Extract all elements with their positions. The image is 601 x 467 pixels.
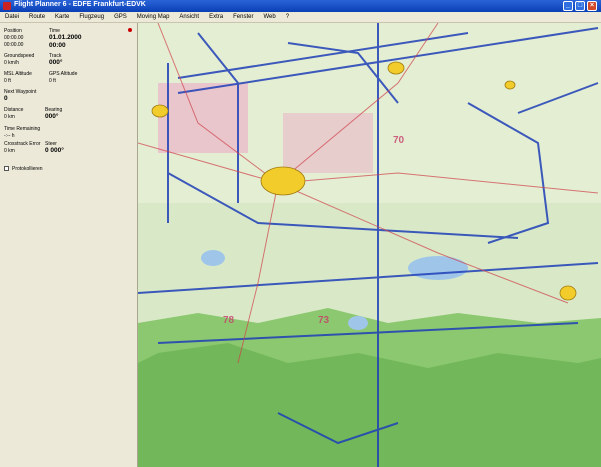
position-lat: 00:00.00 [4,35,24,41]
aeronautical-chart-map[interactable]: 78 73 70 [138,23,601,467]
menu-bar: Datei Route Karte Flugzeug GPS Moving Map Ansi… [0,12,601,23]
date-value: 01.01.2000 [49,34,82,41]
menu-moving-map[interactable]: Moving Map [132,12,175,21]
gps-info-panel: Position 00:00.00 00:00.00 Time 01.01.20… [0,23,138,467]
window-title: Flight Planner 6 - EDFE Frankfurt-EDVK [14,1,146,8]
menu-ansicht[interactable]: Ansicht [174,12,204,21]
position-lon: 00:00.00 [4,42,24,48]
menu-karte[interactable]: Karte [50,12,74,21]
svg-text:73: 73 [318,315,330,326]
minimize-button[interactable]: _ [563,1,573,11]
menu-extra[interactable]: Extra [204,12,228,21]
chart-drawing: 78 73 70 [138,23,601,467]
maximize-button[interactable]: □ [575,1,585,11]
title-bar: Flight Planner 6 - EDFE Frankfurt-EDVK _… [0,0,601,12]
groundspeed-value: 0 km/h [4,60,20,66]
gps-altitude-label: GPS Altitude [49,71,78,77]
time-remaining-value: -:-- h [4,133,15,139]
position-label: Position [4,28,22,34]
app-icon [3,2,11,10]
msl-altitude-label: MSL Altitude [4,71,32,77]
time-remaining-label: Time Remaining [4,126,41,132]
next-waypoint-label: Next Waypoint [4,89,37,95]
status-indicator [128,28,132,32]
track-value: 000° [49,59,63,66]
crosstrack-value: 0 km [4,148,15,154]
msl-altitude-value: 0 ft [4,78,11,84]
close-button[interactable]: × [587,1,597,11]
menu-web[interactable]: Web [258,12,280,21]
svg-text:78: 78 [223,315,235,326]
next-waypoint-value: 0 [4,95,8,102]
menu-help[interactable]: ? [281,12,294,21]
svg-text:70: 70 [393,135,405,146]
menu-fenster[interactable]: Fenster [228,12,258,21]
log-checkbox-label: Protokollieren [12,166,43,172]
menu-flugzeug[interactable]: Flugzeug [74,12,109,21]
menu-route[interactable]: Route [24,12,50,21]
distance-label: Distance [4,107,24,113]
steer-value: 0 000° [45,147,64,154]
log-checkbox[interactable] [4,166,9,171]
bearing-value: 000° [45,113,59,120]
gps-altitude-value: 0 ft [49,78,56,84]
crosstrack-label: Crosstrack Error [4,141,41,147]
groundspeed-label: Groundspeed [4,53,35,59]
distance-value: 0 km [4,114,15,120]
menu-gps[interactable]: GPS [109,12,132,21]
menu-datei[interactable]: Datei [0,12,24,21]
time-value: 00:00 [49,42,66,49]
